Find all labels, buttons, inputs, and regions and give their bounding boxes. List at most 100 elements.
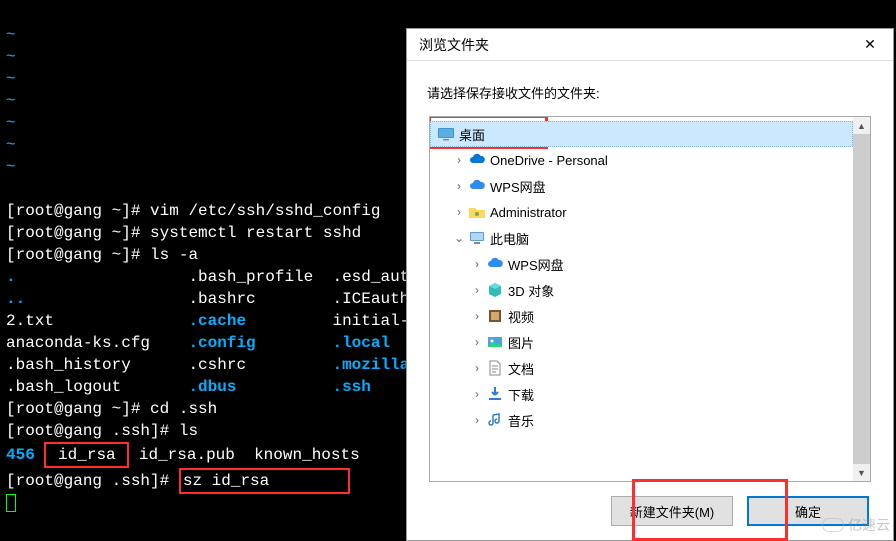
- ls-item: .cache: [188, 312, 246, 330]
- vim-tilde: ~: [6, 158, 16, 176]
- expand-icon[interactable]: ›: [470, 257, 484, 271]
- cmd-ls: ls: [179, 422, 198, 440]
- ls-item: .config: [188, 334, 255, 352]
- tree-item-desktop[interactable]: 桌面: [430, 121, 853, 147]
- ls-item: .bash_logout: [6, 378, 121, 396]
- browse-folder-dialog: 浏览文件夹 ✕ 请选择保存接收文件的文件夹: 桌面 › OneDrive - P…: [406, 28, 894, 541]
- dialog-title: 浏览文件夹: [419, 35, 847, 55]
- film-icon: [486, 307, 504, 325]
- document-icon: [486, 359, 504, 377]
- prompt: [root@gang .ssh]#: [6, 422, 169, 440]
- prompt: [root@gang ~]#: [6, 400, 140, 418]
- tree-label: 图片: [508, 333, 534, 352]
- vim-tilde: ~: [6, 26, 16, 44]
- folder-tree-container: 桌面 › OneDrive - Personal › WPS网盘 › Admin…: [429, 116, 871, 482]
- close-button[interactable]: ✕: [847, 29, 893, 61]
- prompt: [root@gang .ssh]#: [6, 472, 169, 490]
- ls-item: .bash_profile: [188, 268, 313, 286]
- new-folder-button[interactable]: 新建文件夹(M): [611, 496, 733, 526]
- scroll-down-button[interactable]: ▼: [853, 464, 870, 481]
- tree-item-wps2[interactable]: › WPS网盘: [430, 251, 853, 277]
- expand-icon[interactable]: ›: [470, 413, 484, 427]
- vim-tilde: ~: [6, 92, 16, 110]
- highlight-sz-cmd: sz id_rsa: [179, 468, 350, 494]
- ls-count: 456: [6, 446, 35, 464]
- terminal-cursor[interactable]: [6, 494, 16, 512]
- tree-item-downloads[interactable]: › 下载: [430, 381, 853, 407]
- tree-item-3dobjects[interactable]: › 3D 对象: [430, 277, 853, 303]
- tree-item-thispc[interactable]: ⌄ 此电脑: [430, 225, 853, 251]
- tree-label: WPS网盘: [508, 255, 564, 274]
- tree-label: 此电脑: [490, 229, 529, 248]
- ls-item: 2.txt: [6, 312, 54, 330]
- ls-item: .bash_history: [6, 356, 131, 374]
- dialog-titlebar[interactable]: 浏览文件夹 ✕: [407, 29, 893, 61]
- file-id-rsa: id_rsa: [58, 446, 116, 464]
- cmd-sz: sz id_rsa: [183, 472, 269, 490]
- vim-tilde: ~: [6, 136, 16, 154]
- dialog-button-row: 新建文件夹(M) 确定: [407, 482, 893, 540]
- expand-icon[interactable]: ›: [470, 283, 484, 297]
- ls-item: .: [6, 268, 16, 286]
- user-folder-icon: [468, 203, 486, 221]
- desktop-icon: [437, 125, 455, 143]
- prompt: [root@gang ~]#: [6, 202, 140, 220]
- highlight-id-rsa: id_rsa: [44, 442, 129, 468]
- vim-tilde: ~: [6, 114, 16, 132]
- cmd-cd: cd .ssh: [150, 400, 217, 418]
- cloud-icon: [468, 151, 486, 169]
- tree-item-music[interactable]: › 音乐: [430, 407, 853, 433]
- cmd-systemctl: systemctl restart sshd: [150, 224, 361, 242]
- dialog-instruction: 请选择保存接收文件的文件夹:: [407, 61, 893, 116]
- tree-label: 音乐: [508, 411, 534, 430]
- cmd-ls-a: ls -a: [150, 246, 198, 264]
- scroll-thumb[interactable]: [853, 134, 870, 464]
- file-known-hosts: known_hosts: [254, 446, 360, 464]
- ls-item: .dbus: [188, 378, 236, 396]
- computer-icon: [468, 229, 486, 247]
- vim-tilde: ~: [6, 48, 16, 66]
- tree-item-videos[interactable]: › 视频: [430, 303, 853, 329]
- file-id-rsa-pub: id_rsa.pub: [139, 446, 235, 464]
- tree-item-onedrive[interactable]: › OneDrive - Personal: [430, 147, 853, 173]
- prompt: [root@gang ~]#: [6, 246, 140, 264]
- collapse-icon[interactable]: ⌄: [452, 231, 466, 245]
- expand-icon[interactable]: ›: [470, 335, 484, 349]
- expand-icon[interactable]: ›: [470, 309, 484, 323]
- expand-icon[interactable]: ›: [452, 205, 466, 219]
- expand-icon[interactable]: ›: [452, 153, 466, 167]
- cmd-vim: vim /etc/ssh/sshd_config: [150, 202, 380, 220]
- ls-item: .local: [332, 334, 390, 352]
- prompt: [root@gang ~]#: [6, 224, 140, 242]
- music-icon: [486, 411, 504, 429]
- scroll-up-button[interactable]: ▲: [853, 117, 870, 134]
- ls-item: .bashrc: [188, 290, 255, 308]
- tree-item-documents[interactable]: › 文档: [430, 355, 853, 381]
- ls-item: .cshrc: [188, 356, 246, 374]
- expand-icon[interactable]: ›: [470, 361, 484, 375]
- expand-icon[interactable]: ›: [452, 179, 466, 193]
- cube-icon: [486, 281, 504, 299]
- download-icon: [486, 385, 504, 403]
- close-icon: ✕: [864, 36, 876, 53]
- tree-item-administrator[interactable]: › Administrator: [430, 199, 853, 225]
- tree-label: 3D 对象: [508, 281, 554, 300]
- vertical-scrollbar[interactable]: ▲ ▼: [853, 117, 870, 481]
- watermark-icon: [822, 518, 844, 532]
- cloud-icon: [468, 177, 486, 195]
- ls-item: .mozilla: [332, 356, 409, 374]
- tree-label: WPS网盘: [490, 177, 546, 196]
- tree-label: 文档: [508, 359, 534, 378]
- folder-tree[interactable]: 桌面 › OneDrive - Personal › WPS网盘 › Admin…: [430, 117, 853, 481]
- tree-label: 视频: [508, 307, 534, 326]
- ls-item: ..: [6, 290, 25, 308]
- picture-icon: [486, 333, 504, 351]
- cloud-icon: [486, 255, 504, 273]
- tree-item-wps[interactable]: › WPS网盘: [430, 173, 853, 199]
- tree-label: 桌面: [459, 125, 485, 144]
- ls-item: .ssh: [332, 378, 370, 396]
- ls-item: anaconda-ks.cfg: [6, 334, 150, 352]
- tree-item-pictures[interactable]: › 图片: [430, 329, 853, 355]
- expand-icon[interactable]: ›: [470, 387, 484, 401]
- tree-label: 下载: [508, 385, 534, 404]
